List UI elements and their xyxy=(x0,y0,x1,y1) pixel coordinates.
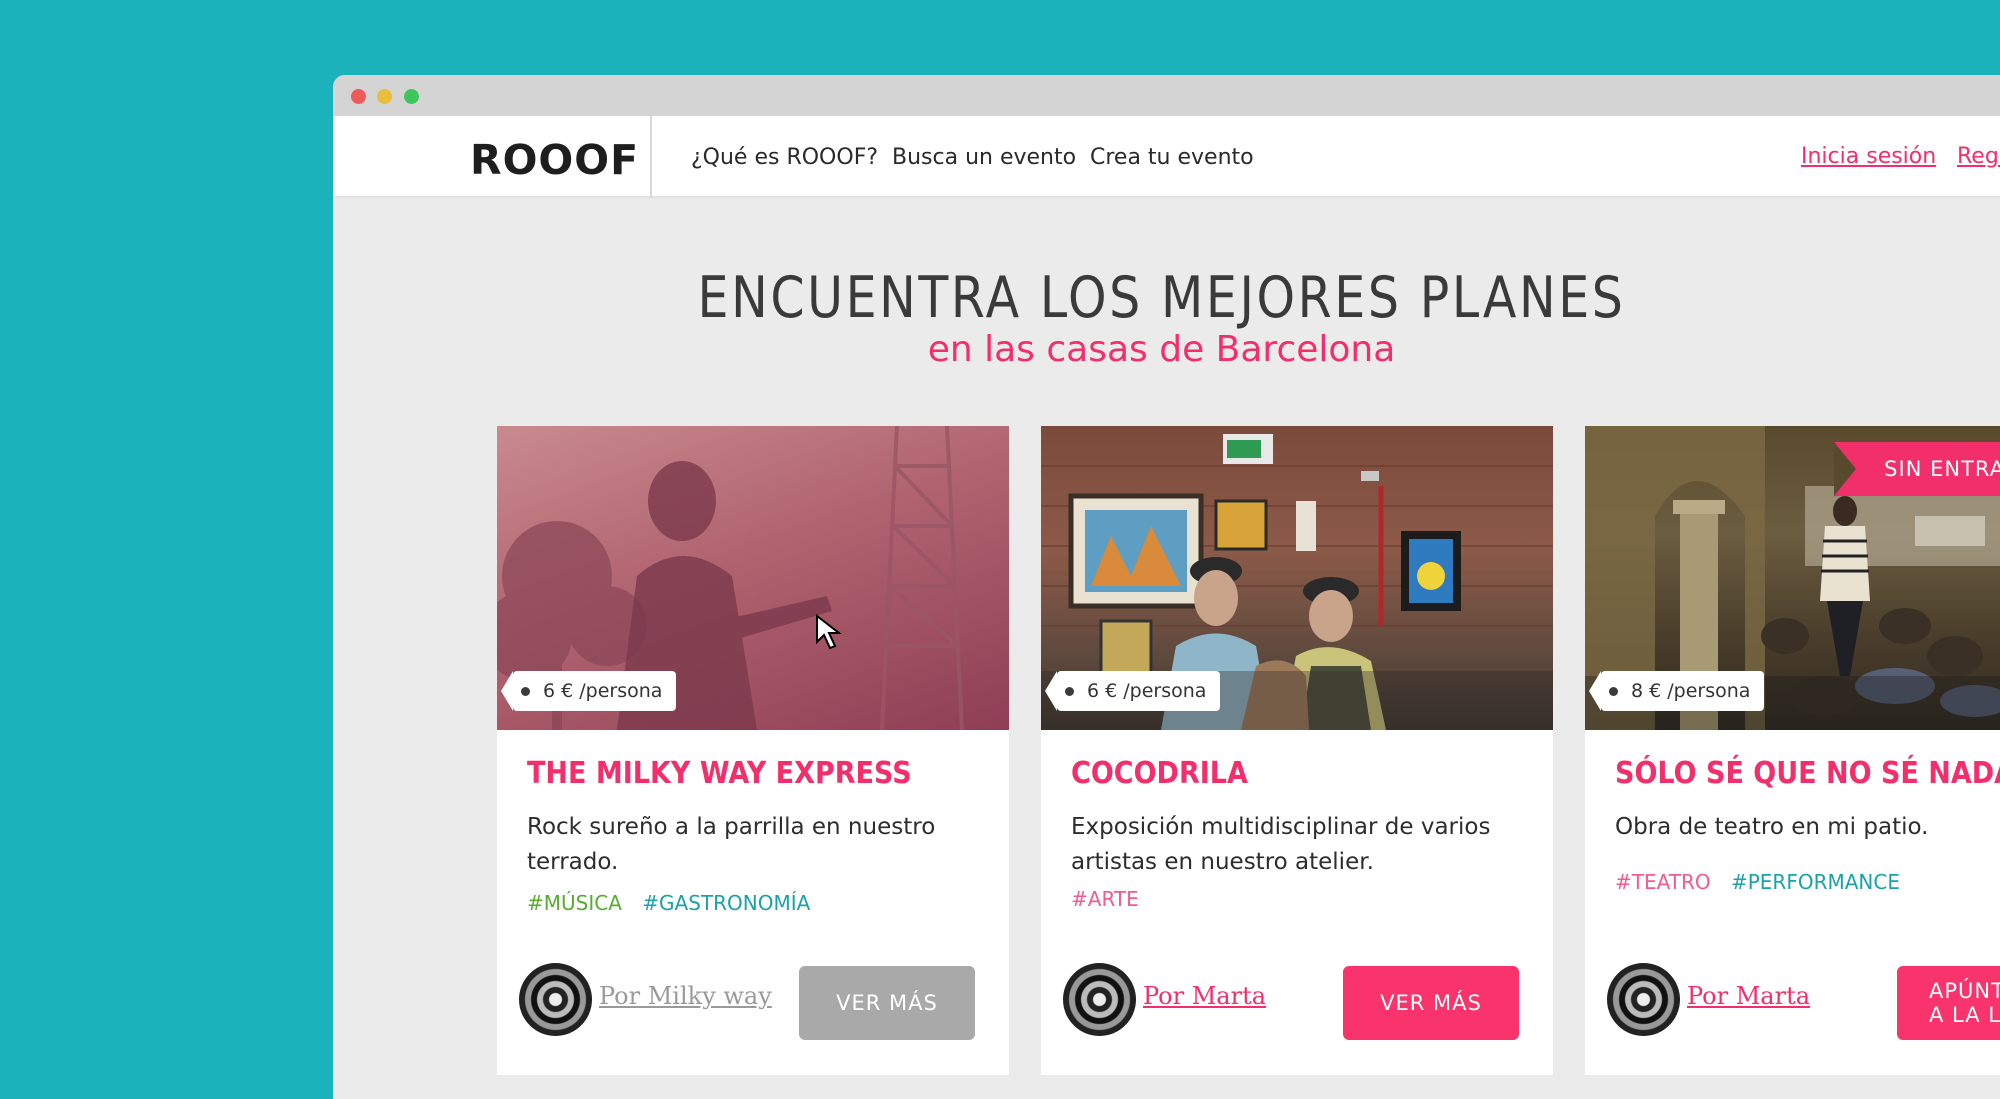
browser-window: ROOOF ¿Qué es ROOOF? Busca un evento Cre… xyxy=(333,75,2000,1099)
event-title[interactable]: COCODRILA xyxy=(1071,756,1248,791)
hero-title: ENCUENTRA LOS MEJORES PLANES xyxy=(697,265,1626,331)
event-title[interactable]: THE MILKY WAY EXPRESS xyxy=(527,756,912,791)
price-tag: 6 € /persona xyxy=(1044,671,1221,711)
author-link[interactable]: Por Marta xyxy=(1143,982,1266,1010)
login-link[interactable]: Inicia sesión xyxy=(1801,144,1936,169)
tag-link[interactable]: #TEATRO xyxy=(1615,870,1711,894)
event-description: Obra de teatro en mi patio. xyxy=(1615,814,1929,840)
event-title[interactable]: SÓLO SÉ QUE NO SÉ NADA xyxy=(1615,756,2000,791)
ver-mas-button[interactable]: VER MÁS xyxy=(1343,966,1519,1040)
browser-titlebar xyxy=(333,75,2000,116)
price-label: 8 € /persona xyxy=(1631,680,1751,702)
event-tags: #MÚSICA #GASTRONOMÍA xyxy=(527,891,824,915)
nav-link-que-es[interactable]: ¿Qué es ROOOF? xyxy=(691,145,878,170)
close-window-icon[interactable] xyxy=(351,89,366,104)
hero-subtitle: en las casas de Barcelona xyxy=(927,329,1396,370)
sin-entradas-ribbon: SIN ENTRA xyxy=(1834,442,2000,496)
price-label: 6 € /persona xyxy=(543,680,663,702)
event-tags: #TEATRO #PERFORMANCE xyxy=(1615,870,1914,894)
register-link[interactable]: Regí xyxy=(1957,144,2000,169)
nav-divider xyxy=(650,116,652,198)
nav-link-crea-evento[interactable]: Crea tu evento xyxy=(1090,145,1254,170)
site-logo[interactable]: ROOOF xyxy=(470,136,639,184)
event-description: Exposición multidisciplinar de varios ar… xyxy=(1071,814,1491,875)
event-image[interactable]: 6 € /persona xyxy=(1041,426,1553,730)
tag-hole-icon xyxy=(1609,687,1618,696)
apuntate-button[interactable]: APÚNT A LA LI xyxy=(1897,966,2000,1040)
tag-hole-icon xyxy=(1065,687,1074,696)
price-label: 6 € /persona xyxy=(1087,680,1207,702)
event-image[interactable]: 6 € /persona xyxy=(497,426,1009,730)
event-image[interactable]: SIN ENTRA 8 € /persona xyxy=(1585,426,2000,730)
ver-mas-button[interactable]: VER MÁS xyxy=(799,966,975,1040)
author-link[interactable]: Por Milky way xyxy=(599,982,772,1010)
tag-link[interactable]: #MÚSICA xyxy=(527,891,622,915)
zoom-window-icon[interactable] xyxy=(404,89,419,104)
price-tag: 8 € /persona xyxy=(1588,671,1765,711)
apuntate-button-line1: APÚNT xyxy=(1929,979,2000,1003)
tag-link[interactable]: #ARTE xyxy=(1071,887,1139,911)
event-card[interactable]: 6 € /persona COCODRILA Exposición multid… xyxy=(1041,426,1553,1075)
tag-hole-icon xyxy=(521,687,530,696)
price-tag: 6 € /persona xyxy=(500,671,677,711)
event-card[interactable]: 6 € /persona THE MILKY WAY EXPRESS Rock … xyxy=(497,426,1009,1075)
author-avatar[interactable] xyxy=(519,963,592,1036)
event-description: Rock sureño a la parrilla en nuestro ter… xyxy=(527,814,936,875)
author-link[interactable]: Por Marta xyxy=(1687,982,1810,1010)
event-card[interactable]: SIN ENTRA 8 € /persona SÓLO SÉ QUE NO SÉ… xyxy=(1585,426,2000,1075)
apuntate-button-line2: A LA LI xyxy=(1929,1003,2000,1027)
tag-link[interactable]: #GASTRONOMÍA xyxy=(642,891,810,915)
author-avatar[interactable] xyxy=(1063,963,1136,1036)
top-navbar: ROOOF ¿Qué es ROOOF? Busca un evento Cre… xyxy=(333,116,2000,198)
event-tags: #ARTE xyxy=(1071,887,1153,911)
tag-link[interactable]: #PERFORMANCE xyxy=(1731,870,1900,894)
minimize-window-icon[interactable] xyxy=(377,89,392,104)
author-avatar[interactable] xyxy=(1607,963,1680,1036)
nav-link-busca-evento[interactable]: Busca un evento xyxy=(892,145,1076,170)
